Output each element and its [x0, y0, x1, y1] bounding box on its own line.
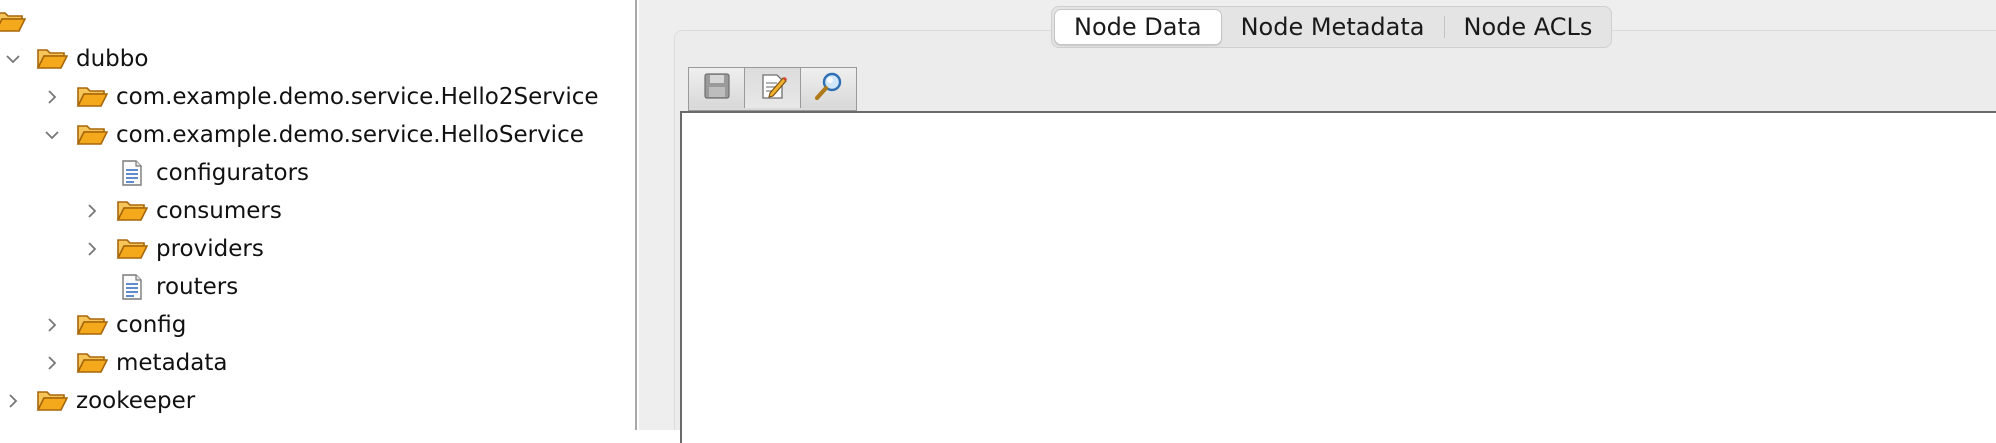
tree-node-helloservice[interactable]: com.example.demo.service.HelloService	[0, 116, 630, 154]
folder-open-icon	[36, 387, 68, 415]
tree-node-label: routers	[156, 274, 239, 300]
tree-node-providers[interactable]: providers	[0, 230, 630, 268]
tree-node-label: metadata	[116, 350, 228, 376]
tree-node-label: providers	[156, 236, 264, 262]
folder-open-icon	[76, 349, 108, 377]
chevron-right-icon[interactable]	[2, 390, 24, 412]
folder-open-icon	[116, 235, 148, 263]
node-data-editor[interactable]	[680, 111, 1996, 443]
tree-node-label: com.example.demo.service.Hello2Service	[116, 84, 599, 110]
tree-node-label: configurators	[156, 160, 310, 186]
folder-open-icon	[36, 45, 68, 73]
tab-label: Node Data	[1074, 13, 1202, 41]
folder-open-icon	[76, 83, 108, 111]
tab-label: Node Metadata	[1240, 13, 1425, 41]
folder-open-icon	[116, 197, 148, 225]
save-button[interactable]	[689, 68, 745, 108]
search-button[interactable]	[801, 68, 856, 108]
tree-node-label: config	[116, 312, 187, 338]
magnifier-icon	[813, 70, 845, 106]
tree-node-zookeeper[interactable]: zookeeper	[0, 382, 630, 420]
folder-open-icon	[76, 121, 108, 149]
tree-pane: dubbo com.example.demo.service.Hello2Ser…	[0, 0, 637, 430]
tree-node-metadata[interactable]: metadata	[0, 344, 630, 382]
chevron-right-icon[interactable]	[81, 238, 103, 260]
tab-node-acls[interactable]: Node ACLs	[1445, 7, 1612, 47]
folder-open-icon	[0, 8, 26, 36]
chevron-right-icon[interactable]	[81, 200, 103, 222]
chevron-right-icon[interactable]	[41, 86, 63, 108]
tree-node-root[interactable]	[0, 3, 630, 41]
tree-node-label: zookeeper	[76, 388, 196, 414]
editor-toolbar	[688, 67, 857, 111]
chevron-down-icon[interactable]	[41, 124, 63, 146]
tree-node-label: com.example.demo.service.HelloService	[116, 122, 584, 148]
document-icon	[118, 158, 146, 188]
tab-node-data[interactable]: Node Data	[1054, 9, 1222, 45]
save-disk-icon	[703, 72, 731, 104]
tree-node-hello2service[interactable]: com.example.demo.service.Hello2Service	[0, 78, 630, 116]
tree-node-dubbo[interactable]: dubbo	[0, 40, 630, 78]
chevron-down-icon[interactable]	[2, 48, 24, 70]
tree-node-consumers[interactable]: consumers	[0, 192, 630, 230]
tab-node-metadata[interactable]: Node Metadata	[1222, 7, 1444, 47]
chevron-right-icon[interactable]	[41, 314, 63, 336]
tree-node-label: dubbo	[76, 46, 149, 72]
tab-label: Node ACLs	[1463, 13, 1593, 41]
tree-node-routers[interactable]: routers	[0, 268, 630, 306]
tree-node-config[interactable]: config	[0, 306, 630, 344]
folder-open-icon	[76, 311, 108, 339]
tree-node-label: consumers	[156, 198, 282, 224]
document-icon	[118, 272, 146, 302]
edit-pencil-icon	[758, 71, 788, 105]
tree-node-configurators[interactable]: configurators	[0, 154, 630, 192]
tab-bar: Node Data Node Metadata Node ACLs	[1051, 6, 1613, 48]
chevron-right-icon[interactable]	[41, 352, 63, 374]
edit-button[interactable]	[745, 68, 801, 108]
